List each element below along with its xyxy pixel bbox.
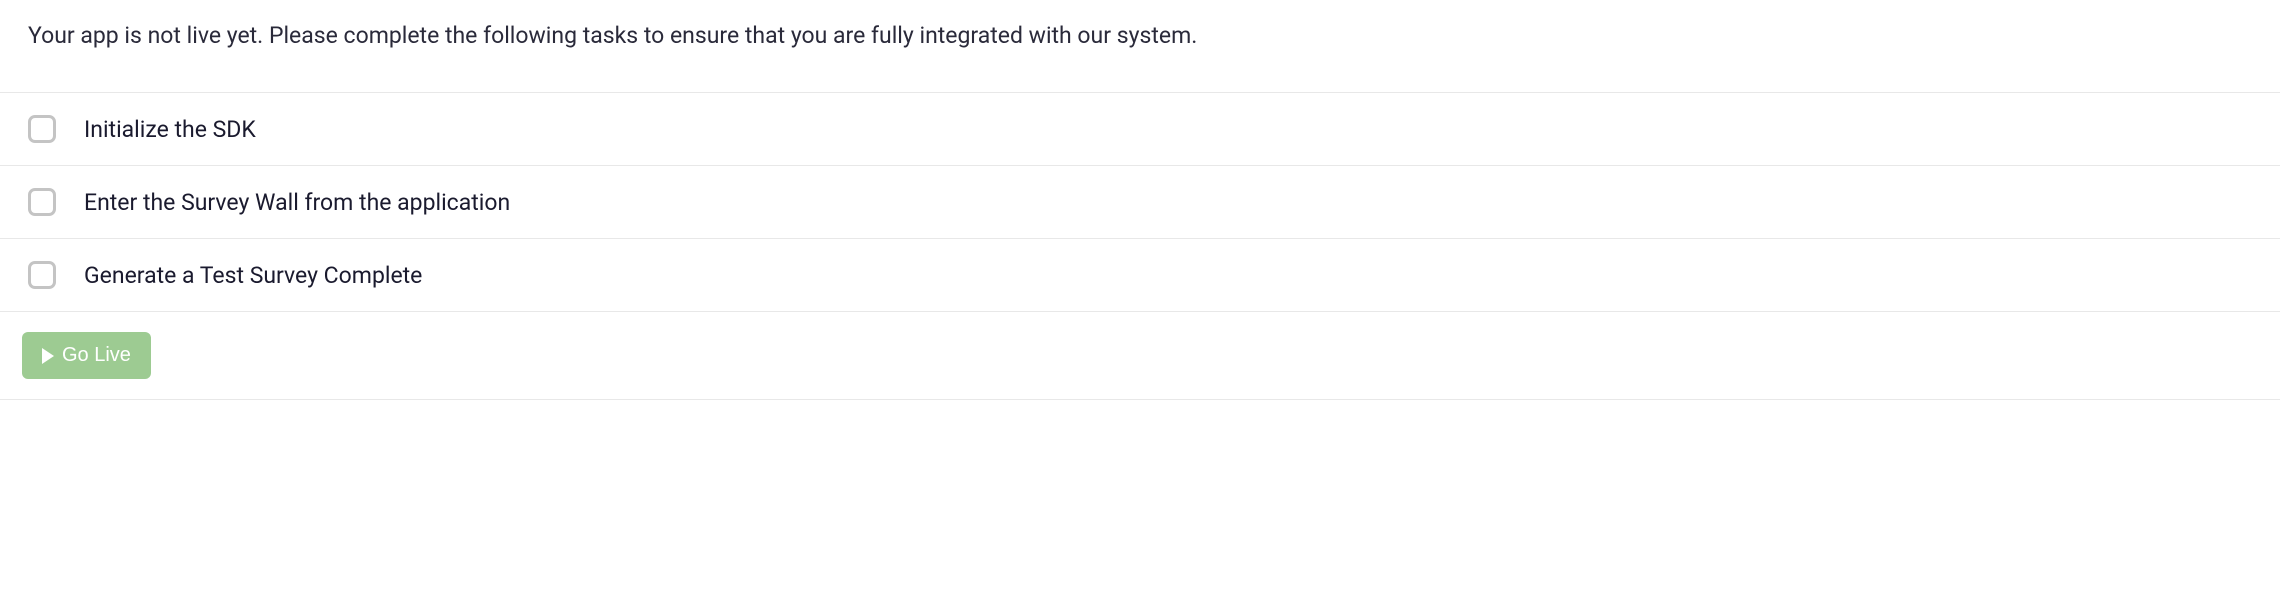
go-live-label: Go Live bbox=[62, 344, 131, 367]
play-icon bbox=[42, 348, 54, 364]
task-item-enter-survey-wall: Enter the Survey Wall from the applicati… bbox=[0, 165, 2280, 238]
task-item-generate-test-survey: Generate a Test Survey Complete bbox=[0, 238, 2280, 312]
go-live-button[interactable]: Go Live bbox=[22, 332, 151, 379]
checkbox-icon[interactable] bbox=[28, 261, 56, 289]
task-label: Enter the Survey Wall from the applicati… bbox=[84, 189, 510, 216]
checkbox-icon[interactable] bbox=[28, 115, 56, 143]
checkbox-icon[interactable] bbox=[28, 188, 56, 216]
integration-checklist-panel: Your app is not live yet. Please complet… bbox=[0, 0, 2280, 400]
task-list: Initialize the SDK Enter the Survey Wall… bbox=[0, 92, 2280, 312]
task-item-initialize-sdk: Initialize the SDK bbox=[0, 92, 2280, 165]
footer-actions: Go Live bbox=[0, 312, 2280, 400]
task-label: Generate a Test Survey Complete bbox=[84, 262, 422, 289]
intro-message: Your app is not live yet. Please complet… bbox=[0, 0, 2280, 92]
task-label: Initialize the SDK bbox=[84, 116, 256, 143]
